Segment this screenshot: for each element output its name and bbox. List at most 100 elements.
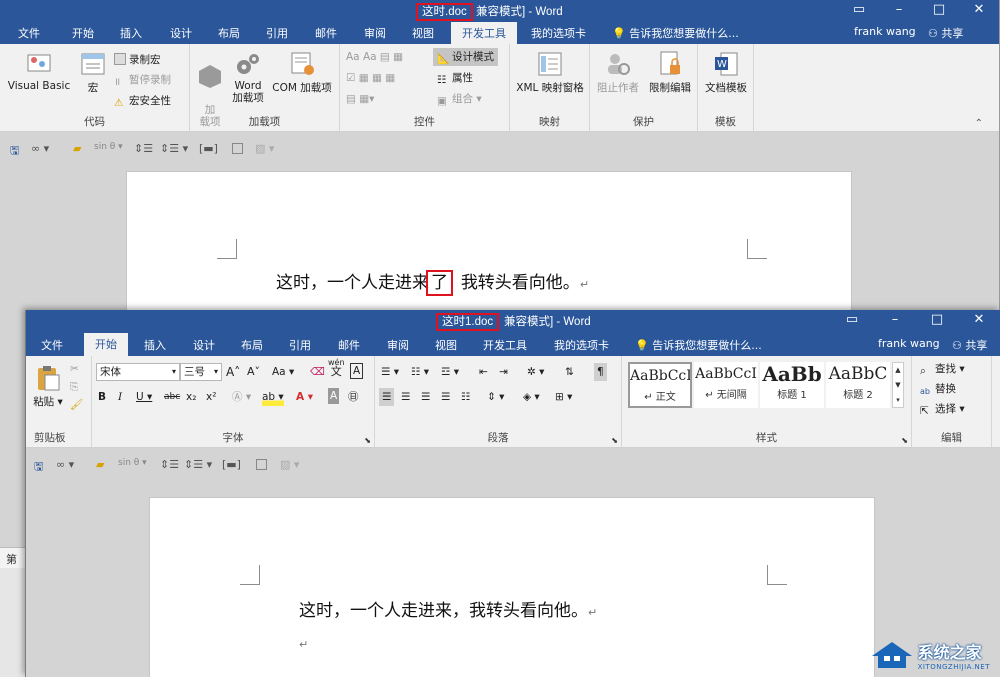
tab-mailings[interactable]: 邮件 bbox=[338, 337, 360, 353]
increase-indent-icon[interactable]: ⇥ bbox=[499, 363, 508, 381]
minimize-icon[interactable]: – bbox=[874, 310, 916, 332]
paragraph-dialog-launcher-icon[interactable]: ⬊ bbox=[611, 436, 618, 445]
strikethrough-icon[interactable]: abc bbox=[164, 388, 180, 406]
paste-button[interactable]: 粘贴 ▾ bbox=[30, 364, 66, 409]
italic-icon[interactable]: I bbox=[118, 388, 122, 406]
find-button[interactable]: ⌕ 查找 ▾ bbox=[920, 360, 965, 378]
pause-recording-button[interactable]: ॥ 暂停录制 bbox=[114, 71, 171, 89]
legacy-controls[interactable]: ▤ ▦▾ bbox=[346, 90, 374, 108]
character-shading-icon[interactable]: A bbox=[328, 388, 340, 404]
com-addins-button[interactable]: COM 加载项 bbox=[270, 50, 334, 95]
close-icon[interactable]: ✕ bbox=[958, 310, 1000, 332]
select-button[interactable]: ⇱ 选择 ▾ bbox=[920, 400, 965, 418]
distributed-icon[interactable]: ☷ bbox=[461, 388, 470, 406]
line-spacing-icon[interactable]: ⇕ ▾ bbox=[487, 388, 504, 406]
share-button[interactable]: ⚇ 共享 bbox=[952, 337, 987, 353]
collapse-ribbon-icon[interactable]: ⌃ bbox=[975, 118, 983, 129]
font-size-select[interactable]: 三号 ▾ bbox=[180, 363, 222, 381]
block-authors-button[interactable]: 阻止作者 bbox=[594, 50, 642, 95]
phonetic-guide-button[interactable]: wén 文 bbox=[328, 358, 345, 377]
superscript-icon[interactable]: x² bbox=[206, 388, 216, 406]
character-border-icon[interactable]: A bbox=[350, 363, 364, 379]
clear-formatting-icon[interactable]: ⌫ bbox=[310, 363, 325, 381]
tab-view[interactable]: 视图 bbox=[435, 337, 457, 353]
minimize-icon[interactable]: – bbox=[879, 0, 919, 22]
align-left-icon[interactable]: ☰ bbox=[379, 388, 395, 406]
grow-font-icon[interactable]: A˄ bbox=[226, 363, 240, 381]
tab-review[interactable]: 审阅 bbox=[364, 25, 386, 41]
tab-my-tab[interactable]: 我的选项卡 bbox=[531, 25, 586, 41]
text-effects-icon[interactable]: Ⓐ ▾ bbox=[232, 388, 251, 406]
tab-references[interactable]: 引用 bbox=[289, 337, 311, 353]
align-right-icon[interactable]: ☰ bbox=[421, 388, 430, 406]
tab-layout[interactable]: 布局 bbox=[218, 25, 240, 41]
format-painter-icon[interactable]: 🖌 bbox=[70, 396, 83, 414]
justify-icon[interactable]: ☰ bbox=[441, 388, 450, 406]
font-dialog-launcher-icon[interactable]: ⬊ bbox=[364, 436, 371, 445]
style-heading-1[interactable]: AaBb 标题 1 bbox=[760, 362, 824, 408]
visual-basic-button[interactable]: Visual Basic bbox=[6, 50, 72, 92]
highlight-icon[interactable]: ab ▾ bbox=[262, 388, 284, 406]
folder-icon[interactable]: ▰ bbox=[73, 142, 81, 155]
record-macro-button[interactable]: 录制宏 bbox=[114, 51, 161, 69]
tab-developer[interactable]: 开发工具 bbox=[451, 22, 517, 45]
bullets-icon[interactable]: ☰ ▾ bbox=[381, 363, 399, 381]
styles-gallery-scroll[interactable]: ▲ ▼ ▾ bbox=[892, 362, 904, 408]
show-marks-icon[interactable]: ¶ bbox=[594, 363, 607, 381]
save-icon[interactable]: 🖫 bbox=[10, 142, 19, 161]
tab-insert[interactable]: 插入 bbox=[120, 25, 142, 41]
tab-references[interactable]: 引用 bbox=[266, 25, 288, 41]
chinese-layout-icon[interactable]: ✲ ▾ bbox=[527, 363, 544, 381]
document-page[interactable]: 这时，一个人走进来，我转头看向他。↵ ↵ bbox=[149, 497, 875, 677]
share-button[interactable]: ⚇ 共享 bbox=[928, 25, 963, 41]
infinity-icon[interactable]: ∞ ▾ bbox=[31, 142, 49, 155]
line-spacing-icon[interactable]: ⇕☰ bbox=[160, 458, 179, 471]
tab-design[interactable]: 设计 bbox=[193, 337, 215, 353]
equation-button[interactable]: sin θ ▾ bbox=[118, 458, 147, 468]
text-controls[interactable]: Aa Aa ▤ ▦ bbox=[346, 48, 403, 66]
save-icon[interactable]: 🖫 bbox=[34, 458, 43, 477]
properties-button[interactable]: ☷ 属性 bbox=[437, 69, 473, 87]
image-icon[interactable]: ▨ ▾ bbox=[280, 458, 299, 471]
tab-insert[interactable]: 插入 bbox=[144, 337, 166, 353]
document-paragraph[interactable]: 这时，一个人走进来，我转头看向他。↵ bbox=[299, 596, 597, 621]
group-button[interactable]: ▣ 组合 ▾ bbox=[437, 90, 482, 108]
tell-me-box[interactable]: 💡 告诉我您想要做什么... bbox=[612, 25, 739, 41]
numbering-icon[interactable]: ☷ ▾ bbox=[411, 363, 429, 381]
shading-icon[interactable]: ◈ ▾ bbox=[523, 388, 540, 406]
borders-icon[interactable]: ⊞ ▾ bbox=[555, 388, 572, 406]
design-mode-button[interactable]: 📐 设计模式 bbox=[433, 48, 498, 66]
paragraph-spacing-icon[interactable]: ⇕☰ ▾ bbox=[184, 458, 212, 471]
shrink-font-icon[interactable]: A˅ bbox=[247, 363, 260, 381]
underline-icon[interactable]: U ▾ bbox=[136, 388, 152, 406]
checkbox-controls[interactable]: ☑ ▦ ▦ ▦ bbox=[346, 69, 395, 87]
tab-file[interactable]: 文件 bbox=[41, 337, 63, 353]
user-name[interactable]: frank wang bbox=[878, 337, 940, 350]
macro-security-button[interactable]: ⚠ 宏安全性 bbox=[114, 92, 171, 110]
line-spacing-icon[interactable]: ⇕☰ bbox=[134, 142, 153, 155]
replace-button[interactable]: ab 替换 bbox=[920, 380, 956, 398]
subscript-icon[interactable]: x₂ bbox=[186, 388, 196, 406]
paragraph-spacing-icon[interactable]: ⇕☰ ▾ bbox=[160, 142, 188, 155]
style-heading-2[interactable]: AaBbC 标题 2 bbox=[826, 362, 890, 408]
image-icon[interactable]: ▨ ▾ bbox=[255, 142, 274, 155]
close-icon[interactable]: ✕ bbox=[959, 0, 999, 22]
decrease-indent-icon[interactable]: ⇤ bbox=[479, 363, 488, 381]
font-name-select[interactable]: 宋体 ▾ bbox=[96, 363, 180, 381]
tab-file[interactable]: 文件 bbox=[18, 25, 40, 41]
infinity-icon[interactable]: ∞ ▾ bbox=[56, 458, 74, 471]
word-addins-button[interactable]: Word 加载项 bbox=[228, 50, 268, 104]
ribbon-display-icon[interactable]: ▭ bbox=[839, 0, 879, 22]
tab-my-tab[interactable]: 我的选项卡 bbox=[554, 337, 609, 353]
styles-dialog-launcher-icon[interactable]: ⬊ bbox=[901, 436, 908, 445]
maximize-icon[interactable]: □ bbox=[916, 310, 958, 332]
tell-me-box[interactable]: 💡 告诉我您想要做什么... bbox=[635, 337, 762, 353]
style-normal[interactable]: AaBbCcI ↵ 正文 bbox=[628, 362, 692, 408]
checkbox-icon[interactable] bbox=[232, 142, 243, 155]
tab-design[interactable]: 设计 bbox=[170, 25, 192, 41]
xml-mapping-button[interactable]: XML 映射窗格 bbox=[512, 50, 588, 95]
ribbon-display-icon[interactable]: ▭ bbox=[830, 310, 874, 332]
font-color-icon[interactable]: A ▾ bbox=[296, 388, 313, 406]
tab-layout[interactable]: 布局 bbox=[241, 337, 263, 353]
style-no-spacing[interactable]: AaBbCcI ↵ 无间隔 bbox=[694, 362, 758, 408]
